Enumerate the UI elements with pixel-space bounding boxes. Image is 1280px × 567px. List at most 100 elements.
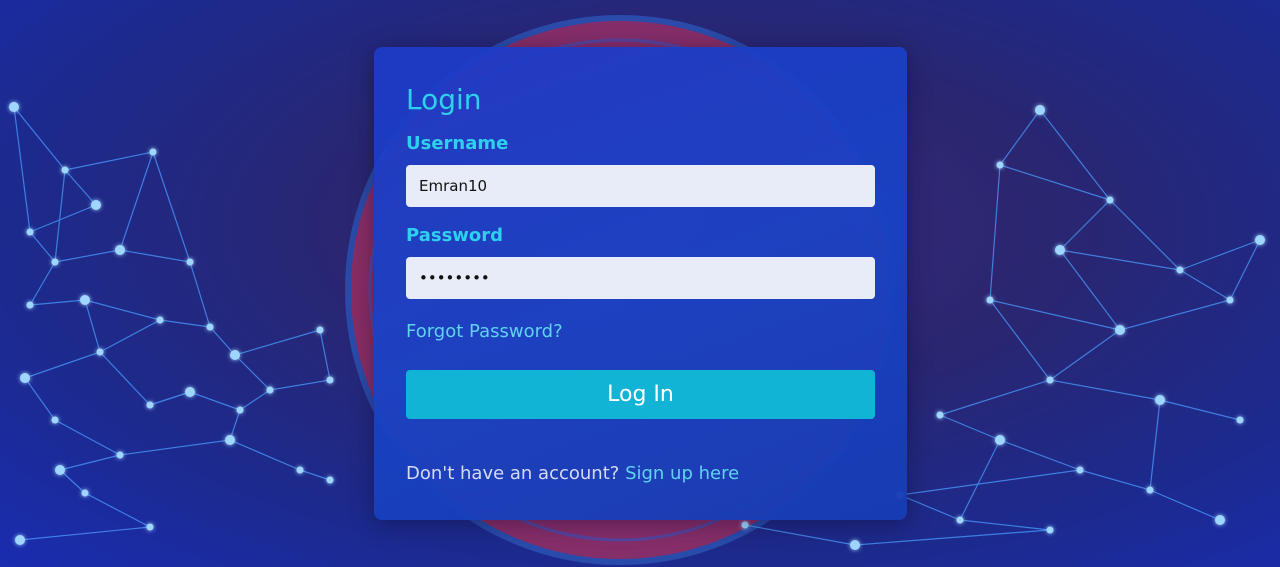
network-node — [1255, 235, 1265, 245]
network-node — [1226, 296, 1234, 304]
network-line — [1059, 249, 1181, 271]
network-line — [939, 379, 1051, 416]
network-node — [61, 166, 69, 174]
network-line — [54, 249, 121, 263]
network-line — [13, 106, 31, 233]
network-line — [854, 529, 1051, 546]
network-line — [1149, 399, 1161, 491]
network-node — [1055, 245, 1065, 255]
network-node — [96, 348, 104, 356]
network-line — [59, 469, 86, 494]
network-line — [269, 379, 331, 391]
network-line — [19, 526, 151, 541]
network-node — [80, 295, 90, 305]
network-node — [1215, 515, 1225, 525]
forgot-password-link[interactable]: Forgot Password? — [406, 321, 563, 343]
network-node — [986, 296, 994, 304]
network-line — [152, 151, 191, 263]
login-button[interactable]: Log In — [406, 370, 875, 419]
network-line — [189, 261, 211, 328]
network-line — [29, 299, 86, 306]
network-node — [26, 301, 34, 309]
network-line — [29, 261, 56, 306]
network-node — [1176, 266, 1184, 274]
signup-link[interactable]: Sign up here — [625, 463, 739, 484]
signup-prompt: Don't have an account? — [406, 463, 620, 484]
network-line — [234, 354, 271, 391]
network-node — [741, 521, 749, 529]
network-node — [1115, 325, 1125, 335]
network-line — [1079, 469, 1151, 491]
network-node — [1035, 105, 1045, 115]
network-node — [51, 416, 59, 424]
network-node — [296, 466, 304, 474]
network-line — [1179, 269, 1231, 301]
network-node — [1106, 196, 1114, 204]
network-line — [119, 249, 191, 263]
password-label: Password — [406, 225, 504, 246]
network-line — [64, 169, 97, 206]
network-line — [999, 164, 1111, 201]
network-line — [149, 391, 191, 406]
network-line — [899, 469, 1081, 496]
network-node — [1236, 416, 1244, 424]
network-node — [850, 540, 860, 550]
network-line — [744, 524, 856, 546]
login-title: Login — [406, 83, 482, 116]
network-line — [999, 109, 1041, 166]
network-line — [989, 164, 1001, 301]
network-line — [84, 299, 101, 353]
network-node — [15, 535, 25, 545]
network-node — [326, 376, 334, 384]
username-label: Username — [406, 133, 509, 154]
network-line — [239, 389, 271, 411]
network-node — [156, 316, 164, 324]
network-line — [64, 151, 154, 171]
network-line — [299, 469, 331, 481]
network-node — [55, 465, 65, 475]
network-node — [326, 476, 334, 484]
network-line — [24, 377, 56, 421]
network-line — [29, 204, 97, 233]
network-node — [206, 323, 214, 331]
network-node — [996, 161, 1004, 169]
network-line — [54, 169, 66, 263]
network-node — [956, 516, 964, 524]
network-line — [119, 151, 154, 251]
network-node — [51, 258, 59, 266]
network-line — [159, 319, 211, 328]
network-node — [1155, 395, 1165, 405]
network-node — [1046, 526, 1054, 534]
network-line — [59, 454, 121, 471]
network-node — [146, 523, 154, 531]
network-line — [1159, 399, 1241, 421]
network-line — [1059, 199, 1111, 251]
network-line — [189, 391, 241, 411]
network-node — [146, 401, 154, 409]
network-node — [26, 228, 34, 236]
network-line — [1039, 109, 1111, 201]
network-node — [1046, 376, 1054, 384]
network-line — [1149, 489, 1221, 521]
network-line — [24, 351, 101, 379]
network-line — [29, 231, 56, 263]
network-line — [959, 519, 1051, 531]
network-line — [999, 439, 1081, 471]
network-node — [1146, 486, 1154, 494]
network-node — [236, 406, 244, 414]
network-line — [84, 492, 151, 528]
network-node — [316, 326, 324, 334]
network-line — [99, 351, 151, 406]
username-field[interactable] — [406, 165, 875, 207]
network-line — [229, 439, 301, 471]
network-node — [115, 245, 125, 255]
network-node — [116, 451, 124, 459]
network-node — [186, 258, 194, 266]
network-line — [119, 439, 231, 456]
network-node — [149, 148, 157, 156]
network-node — [20, 373, 30, 383]
password-field[interactable] — [406, 257, 875, 299]
network-node — [225, 435, 235, 445]
network-line — [99, 319, 161, 353]
network-line — [319, 329, 331, 381]
